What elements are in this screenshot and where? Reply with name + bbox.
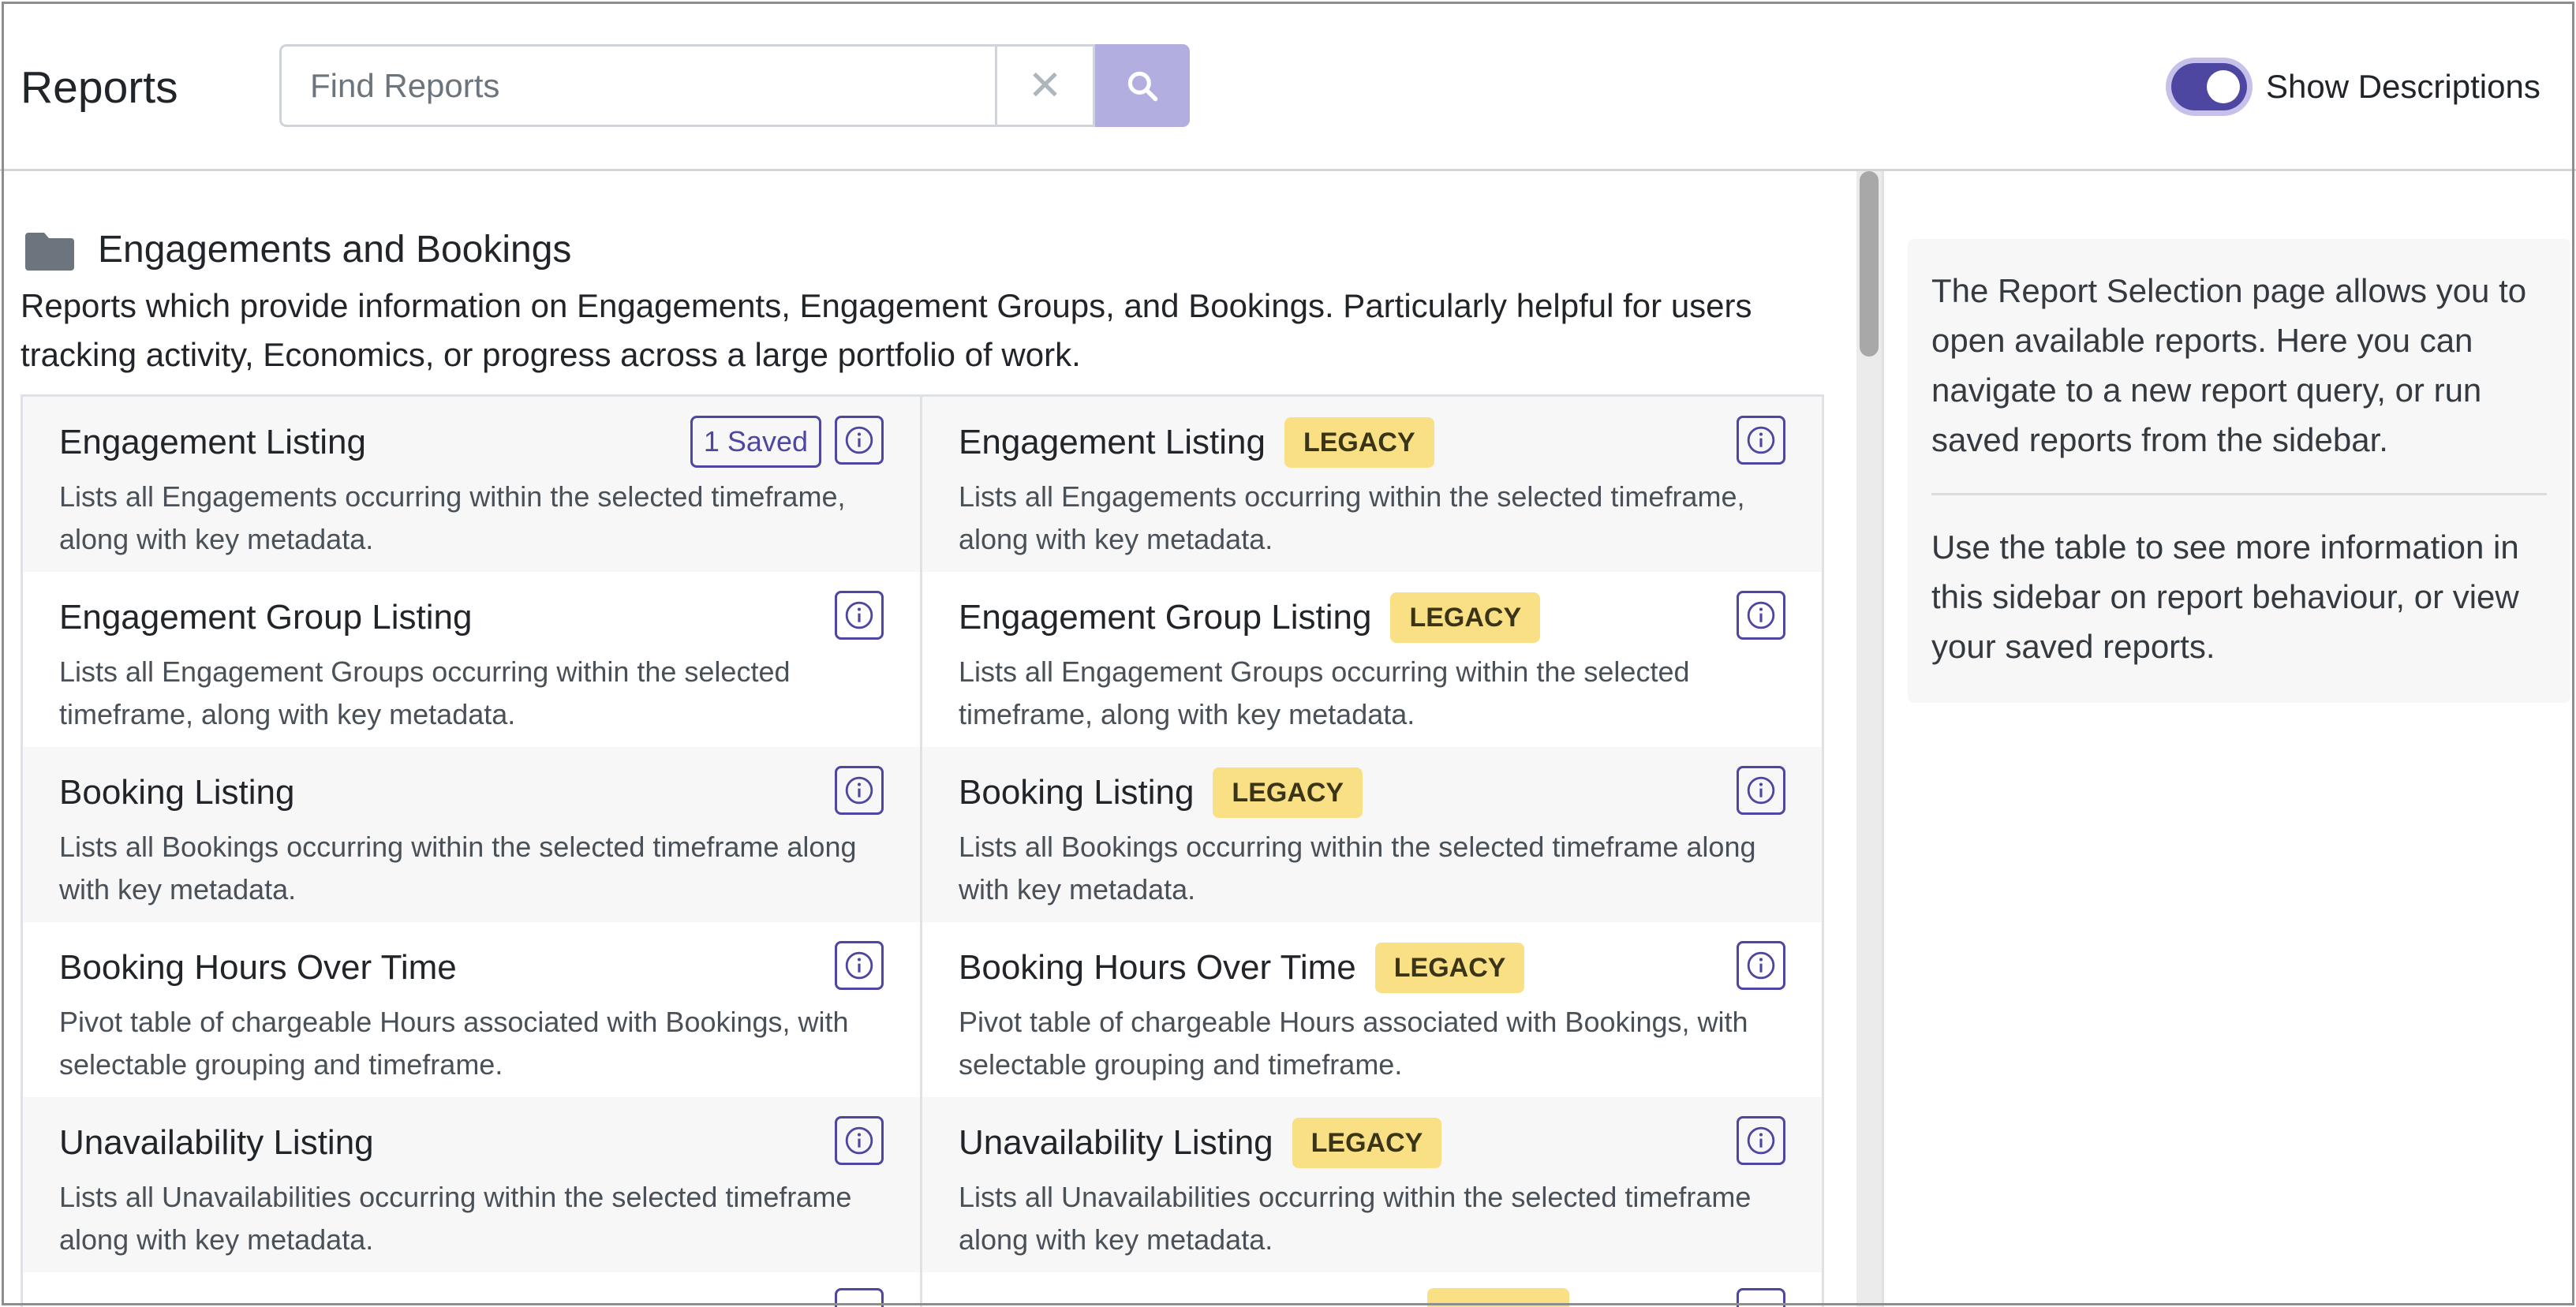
report-title[interactable]: Booking Hours Over Time — [959, 948, 1356, 988]
report-title[interactable]: Engagement Group Listing — [959, 598, 1371, 637]
table-row: Booking Hours Over Time Pivot table of c… — [23, 922, 1822, 1097]
info-button[interactable] — [835, 416, 884, 465]
info-icon — [845, 1126, 873, 1155]
report-table: Engagement Listing Lists all Engagements… — [21, 394, 1824, 1307]
report-description: Lists all Engagements occurring within t… — [59, 480, 846, 555]
info-button[interactable] — [835, 1288, 884, 1307]
report-description: Lists all Engagement Groups occurring wi… — [59, 655, 791, 730]
report-item-unavailability-listing[interactable]: Unavailability Listing Lists all Unavail… — [23, 1097, 922, 1272]
report-description: Pivot table of chargeable Hours associat… — [59, 1006, 849, 1081]
table-row: Engagement Group Listing Lists all Engag… — [23, 572, 1822, 747]
report-item-booking-listing[interactable]: Booking Listing Lists all Bookings occur… — [23, 747, 922, 922]
info-icon — [845, 776, 873, 805]
report-item-engagement-listing[interactable]: Engagement Listing Lists all Engagements… — [23, 397, 922, 572]
report-description: Lists all Unavailabilities occurring wit… — [59, 1181, 852, 1256]
report-item-booking-hours-over-time-legacy[interactable]: Booking Hours Over Time LEGACY Pivot tab… — [922, 922, 1822, 1097]
info-button[interactable] — [835, 1116, 884, 1165]
legacy-badge — [1427, 1288, 1569, 1307]
section-header: Engagements and Bookings — [25, 228, 571, 271]
saved-reports-badge[interactable]: 1 Saved — [690, 416, 821, 468]
page-title: Reports — [21, 62, 178, 113]
report-title[interactable]: Unavailability Listing — [59, 1123, 374, 1163]
info-button[interactable] — [1737, 591, 1785, 640]
report-list-panel: Engagements and Bookings Reports which p… — [0, 171, 1881, 1307]
header-bar: Reports ✕ Show Descriptions — [0, 0, 2576, 171]
legacy-badge: LEGACY — [1284, 417, 1434, 468]
report-item-partial[interactable] — [23, 1272, 922, 1307]
report-title[interactable]: Unavailability Listing — [959, 1123, 1273, 1163]
info-icon — [1747, 1126, 1775, 1155]
report-item-unavailability-listing-legacy[interactable]: Unavailability Listing LEGACY Lists all … — [922, 1097, 1822, 1272]
report-item-engagement-listing-legacy[interactable]: Engagement Listing LEGACY Lists all Enga… — [922, 397, 1822, 572]
report-item-booking-listing-legacy[interactable]: Booking Listing LEGACY Lists all Booking… — [922, 747, 1822, 922]
info-button[interactable] — [1737, 1288, 1785, 1307]
info-icon — [1747, 776, 1775, 805]
search-group: ✕ — [279, 44, 1190, 127]
toggle-knob — [2207, 70, 2240, 103]
info-icon — [845, 951, 873, 980]
legacy-badge: LEGACY — [1292, 1118, 1442, 1168]
legacy-badge: LEGACY — [1213, 767, 1363, 818]
report-description: Lists all Bookings occurring within the … — [59, 831, 857, 906]
info-button[interactable] — [835, 591, 884, 640]
report-description: Pivot table of chargeable Hours associat… — [959, 1006, 1748, 1081]
report-description: Lists all Engagements occurring within t… — [959, 480, 1745, 555]
info-button[interactable] — [1737, 1116, 1785, 1165]
legacy-badge: LEGACY — [1390, 592, 1541, 643]
info-button[interactable] — [835, 941, 884, 990]
reports-app: Reports ✕ Show Descriptions — [0, 0, 2576, 1307]
table-row-partial — [23, 1272, 1822, 1307]
clear-search-button[interactable]: ✕ — [995, 44, 1095, 127]
info-icon — [1747, 601, 1775, 629]
show-descriptions-label: Show Descriptions — [2266, 68, 2540, 105]
report-title[interactable]: Booking Listing — [959, 773, 1194, 812]
info-icon — [1747, 426, 1775, 454]
report-item-partial-legacy[interactable] — [922, 1272, 1822, 1307]
info-icon — [1747, 951, 1775, 980]
table-row: Engagement Listing Lists all Engagements… — [23, 397, 1822, 572]
report-item-engagement-group-listing-legacy[interactable]: Engagement Group Listing LEGACY Lists al… — [922, 572, 1822, 747]
report-title[interactable]: Engagement Group Listing — [59, 598, 472, 637]
show-descriptions-toggle[interactable] — [2171, 63, 2247, 110]
report-description: Lists all Engagement Groups occurring wi… — [959, 655, 1690, 730]
report-title[interactable]: Booking Hours Over Time — [59, 948, 457, 988]
table-row: Booking Listing Lists all Bookings occur… — [23, 747, 1822, 922]
sidebar-divider — [1931, 493, 2547, 495]
report-list-scrollbar[interactable] — [1856, 171, 1882, 1307]
info-button[interactable] — [1737, 416, 1785, 465]
info-button[interactable] — [1737, 941, 1785, 990]
clear-icon: ✕ — [1027, 62, 1063, 110]
folder-icon — [25, 232, 74, 271]
legacy-badge: LEGACY — [1374, 943, 1525, 993]
section-description: Reports which provide information on Eng… — [21, 287, 1752, 373]
sidebar-help-card: The Report Selection page allows you to … — [1908, 239, 2570, 703]
scrollbar-thumb[interactable] — [1860, 171, 1879, 357]
report-item-engagement-group-listing[interactable]: Engagement Group Listing Lists all Engag… — [23, 572, 922, 747]
info-button[interactable] — [835, 766, 884, 815]
show-descriptions-toggle-group: Show Descriptions — [2171, 63, 2540, 110]
sidebar-help-text-1: The Report Selection page allows you to … — [1931, 272, 2527, 458]
search-button[interactable] — [1095, 44, 1190, 127]
search-icon — [1127, 71, 1158, 101]
report-title[interactable]: Booking Listing — [59, 773, 294, 812]
info-button[interactable] — [1737, 766, 1785, 815]
info-sidebar: The Report Selection page allows you to … — [1882, 171, 2576, 1307]
report-title[interactable]: Engagement Listing — [59, 423, 366, 462]
search-input[interactable] — [279, 44, 995, 127]
report-description: Lists all Bookings occurring within the … — [959, 831, 1756, 906]
report-description: Lists all Unavailabilities occurring wit… — [959, 1181, 1752, 1256]
section-title: Engagements and Bookings — [98, 229, 572, 271]
sidebar-help-text-2: Use the table to see more information in… — [1931, 528, 2519, 665]
report-title[interactable]: Engagement Listing — [959, 423, 1266, 462]
table-row: Unavailability Listing Lists all Unavail… — [23, 1097, 1822, 1272]
info-icon — [845, 601, 873, 629]
report-item-booking-hours-over-time[interactable]: Booking Hours Over Time Pivot table of c… — [23, 922, 922, 1097]
info-icon — [845, 426, 873, 454]
